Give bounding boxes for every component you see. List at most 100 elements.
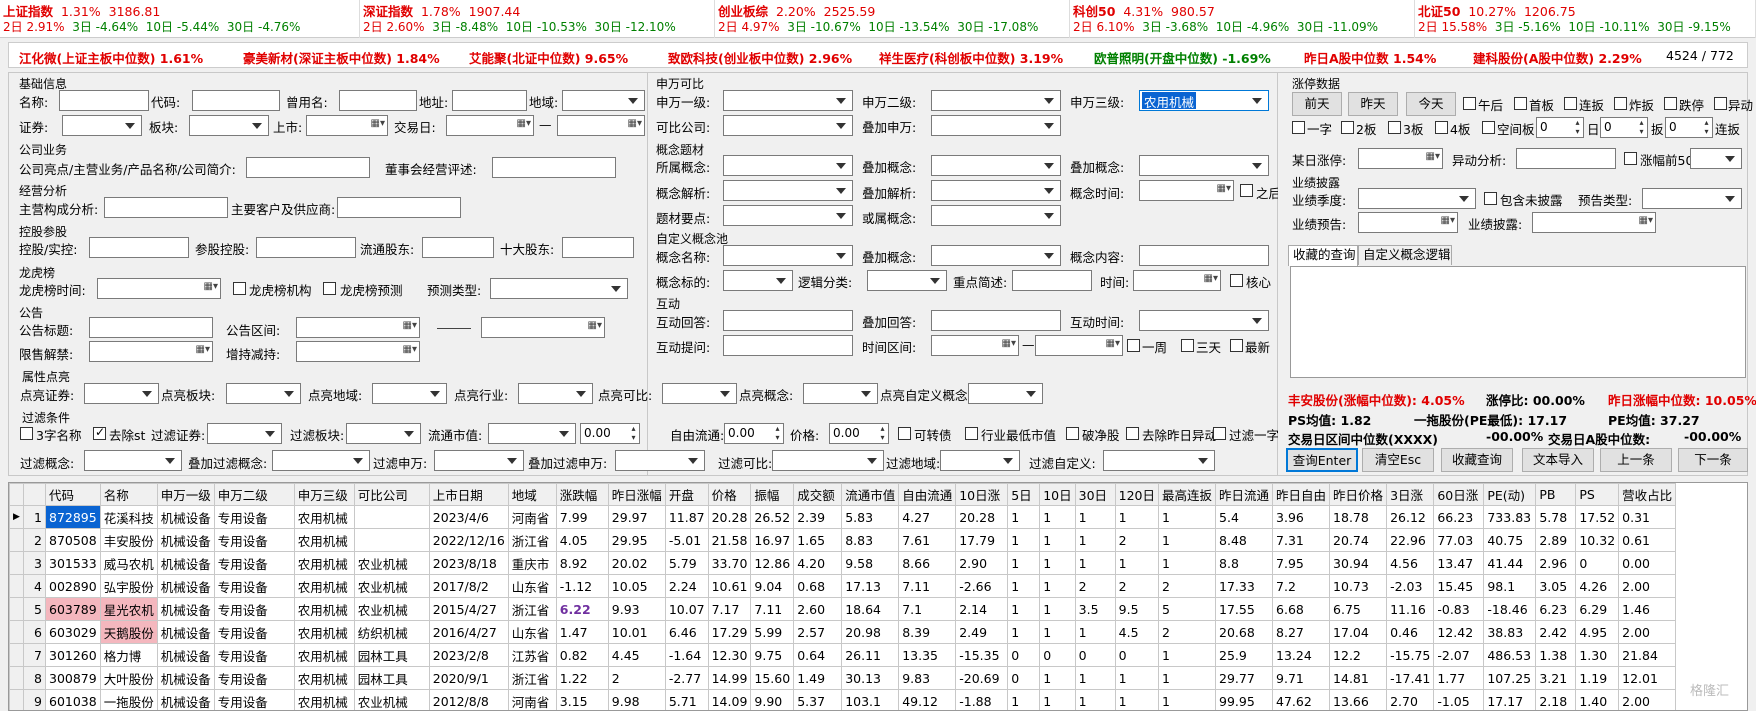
- free-float-spinner[interactable]: 0.00: [724, 423, 784, 444]
- table-cell[interactable]: 40.75: [1483, 528, 1537, 552]
- table-cell[interactable]: -5.01: [664, 528, 709, 552]
- table-cell[interactable]: 2.00: [1618, 620, 1677, 644]
- perf-forecast-picker[interactable]: [1358, 212, 1458, 233]
- board-review-input[interactable]: [492, 157, 616, 178]
- table-row[interactable]: 2 870508 丰安股份 机械设备 专用设备 农用机械 2022/12/16 浙江省 4.05…: [9, 528, 1677, 552]
- table-cell[interactable]: 0: [1039, 643, 1076, 667]
- concept-parse-select[interactable]: [723, 180, 853, 201]
- ticker-item[interactable]: 上证指数 1.31% 3186.81 2日 2.91% 3日 -4.64% 10日…: [0, 0, 360, 38]
- float-mv-select[interactable]: [488, 423, 576, 444]
- table-cell[interactable]: 河南省: [507, 505, 557, 529]
- table-cell[interactable]: 1: [1074, 666, 1116, 690]
- table-cell[interactable]: 2.70: [1386, 689, 1435, 710]
- table-cell[interactable]: 2.00: [1618, 574, 1677, 598]
- table-cell[interactable]: 1: [1039, 551, 1076, 575]
- table-cell[interactable]: 0: [1114, 643, 1160, 667]
- column-header[interactable]: 涨跌幅: [555, 483, 609, 506]
- broken-checkbox[interactable]: [1614, 97, 1627, 110]
- filter-security-select[interactable]: [207, 423, 282, 444]
- table-cell[interactable]: 5.83: [841, 505, 900, 529]
- column-header[interactable]: 30日: [1074, 483, 1116, 506]
- sw1-select[interactable]: [723, 90, 853, 111]
- table-cell[interactable]: 2023/2/8: [428, 643, 509, 667]
- column-header[interactable]: 营收占比: [1618, 483, 1677, 506]
- table-cell[interactable]: 002890: [45, 574, 101, 598]
- table-cell[interactable]: 12.86: [750, 551, 795, 575]
- table-cell[interactable]: 机械设备: [156, 528, 215, 552]
- table-cell[interactable]: 农用机械: [293, 620, 355, 644]
- table-cell[interactable]: 17.17: [1483, 689, 1537, 710]
- perf-disclose-picker[interactable]: [1532, 212, 1656, 233]
- table-cell[interactable]: 1: [1007, 505, 1041, 529]
- table-cell[interactable]: -15.35: [955, 643, 1009, 667]
- table-row[interactable]: ▶ 1 872895 花溪科技 机械设备 专用设备 农用机械 2023/4/6 河南省 7.99 2…: [9, 505, 1677, 529]
- latest-checkbox[interactable]: [1230, 339, 1243, 352]
- column-header[interactable]: 3日涨: [1386, 483, 1435, 506]
- tab-saved-queries[interactable]: 收藏的查询: [1288, 245, 1358, 266]
- column-header[interactable]: [23, 483, 46, 506]
- table-cell[interactable]: 农业机械: [353, 689, 430, 710]
- min-mv-checkbox[interactable]: [965, 427, 978, 440]
- table-cell[interactable]: 1: [1039, 597, 1076, 621]
- table-cell[interactable]: 13.24: [1272, 643, 1331, 667]
- ann-range-end-picker[interactable]: [481, 317, 605, 338]
- code-input[interactable]: [192, 90, 280, 111]
- lhb-institution-checkbox[interactable]: [233, 282, 246, 295]
- column-header[interactable]: 申万一级: [156, 483, 215, 506]
- table-cell[interactable]: 农用机械: [293, 574, 355, 598]
- filter-limit-checkbox[interactable]: [1213, 427, 1226, 440]
- table-cell[interactable]: 4: [23, 574, 46, 598]
- table-cell[interactable]: 29.95: [607, 528, 666, 552]
- float-mv-spinner[interactable]: 0.00: [580, 423, 640, 444]
- ann-title-input[interactable]: [89, 317, 213, 338]
- table-cell[interactable]: 6.23: [1535, 597, 1577, 621]
- table-cell[interactable]: 5.4: [1215, 505, 1274, 529]
- table-cell[interactable]: 17.55: [1215, 597, 1274, 621]
- theme-points-select[interactable]: [723, 205, 853, 226]
- day-before-button[interactable]: 前天: [1292, 92, 1342, 116]
- table-cell[interactable]: 机械设备: [156, 689, 215, 710]
- table-cell[interactable]: 2.57: [793, 620, 843, 644]
- table-cell[interactable]: 7.31: [1272, 528, 1331, 552]
- table-cell[interactable]: 1: [1114, 689, 1160, 710]
- table-cell[interactable]: 4.26: [1575, 574, 1620, 598]
- ticker-item[interactable]: 深证指数 1.78% 1907.44 2日 2.60% 3日 -8.48% 10日…: [360, 0, 715, 38]
- table-cell[interactable]: 603029: [45, 620, 101, 644]
- question-input[interactable]: [723, 335, 853, 356]
- table-cell[interactable]: 2023/4/6: [428, 505, 509, 529]
- column-header[interactable]: 成交额: [793, 483, 843, 506]
- table-cell[interactable]: 1: [1157, 666, 1217, 690]
- pool-name-select[interactable]: [723, 245, 853, 266]
- column-header[interactable]: 5日: [1007, 483, 1041, 506]
- used-name-input[interactable]: [339, 90, 417, 111]
- table-cell[interactable]: 14.09: [707, 689, 752, 710]
- table-cell[interactable]: 2.49: [955, 620, 1009, 644]
- board3-checkbox[interactable]: [1388, 121, 1401, 134]
- table-cell[interactable]: 8.27: [1272, 620, 1331, 644]
- table-cell[interactable]: 9.75: [750, 643, 795, 667]
- table-cell[interactable]: 农用机械: [293, 528, 355, 552]
- table-cell[interactable]: 威马农机: [99, 551, 158, 575]
- table-cell[interactable]: 农用机械: [293, 505, 355, 529]
- table-cell[interactable]: 2.42: [1535, 620, 1577, 644]
- table-cell[interactable]: 29.97: [607, 505, 666, 529]
- table-cell[interactable]: 星光农机: [99, 597, 158, 621]
- perf-quarter-select[interactable]: [1358, 188, 1476, 209]
- table-cell[interactable]: 17.13: [841, 574, 900, 598]
- customers-input[interactable]: [337, 197, 461, 218]
- table-cell[interactable]: 1: [1039, 689, 1076, 710]
- table-cell[interactable]: 机械设备: [156, 643, 215, 667]
- table-cell[interactable]: 河南省: [507, 689, 557, 710]
- table-cell[interactable]: 0: [1575, 551, 1620, 575]
- listing-date-picker[interactable]: [306, 115, 388, 136]
- column-header[interactable]: 申万三级: [293, 483, 355, 506]
- table-cell[interactable]: 弘宇股份: [99, 574, 158, 598]
- table-cell[interactable]: 12.2: [1329, 643, 1388, 667]
- table-cell[interactable]: 8: [23, 666, 46, 690]
- today-button[interactable]: 今天: [1406, 92, 1456, 116]
- table-cell[interactable]: 17.29: [707, 620, 752, 644]
- table-cell[interactable]: 专用设备: [213, 689, 295, 710]
- table-cell[interactable]: 5.71: [664, 689, 709, 710]
- control-input[interactable]: [89, 237, 189, 258]
- table-cell[interactable]: 9.83: [898, 666, 957, 690]
